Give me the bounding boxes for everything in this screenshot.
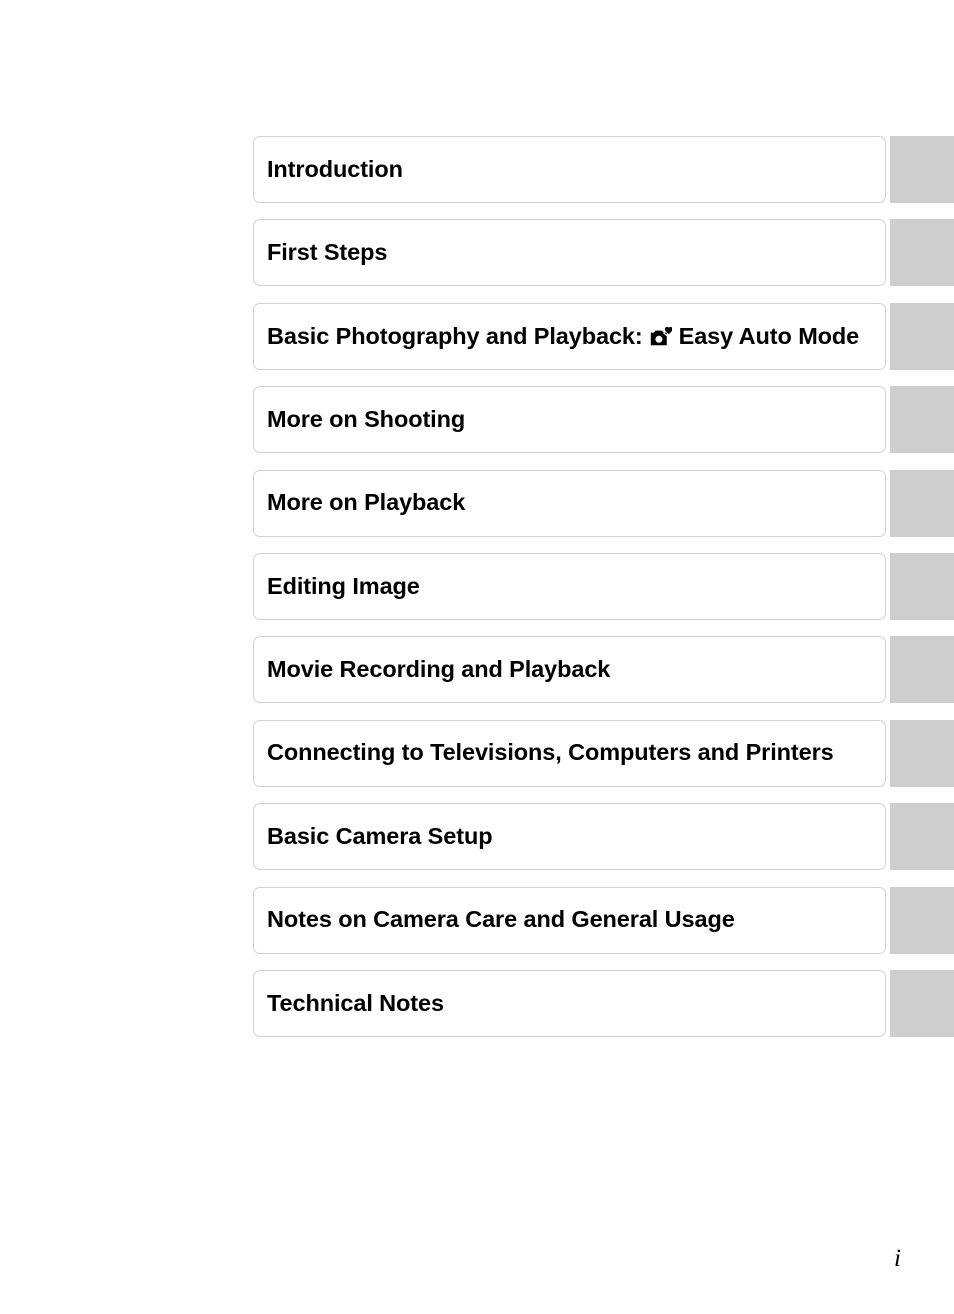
chapter-thumb-tab-3[interactable] <box>890 386 954 454</box>
chapter-box-3[interactable]: More on Shooting <box>253 386 886 454</box>
chapter-row-2[interactable]: Basic Photography and Playback: Easy Aut… <box>253 302 954 370</box>
chapter-row-4[interactable]: More on Playback <box>253 469 954 537</box>
chapter-title-6: Movie Recording and Playback <box>254 658 610 682</box>
chapter-box-1[interactable]: First Steps <box>253 219 886 287</box>
chapter-box-5[interactable]: Editing Image <box>253 552 886 620</box>
chapter-thumb-tab-9[interactable] <box>890 886 954 954</box>
chapter-thumb-tab-6[interactable] <box>890 636 954 704</box>
chapter-title-1: First Steps <box>254 241 387 265</box>
chapter-title-text: Introduction <box>267 155 403 182</box>
chapter-row-10[interactable]: Technical Notes <box>253 969 954 1037</box>
chapter-row-9[interactable]: Notes on Camera Care and General Usage <box>253 886 954 954</box>
chapter-title-text: Notes on Camera Care and General Usage <box>267 906 735 933</box>
chapter-thumb-tab-4[interactable] <box>890 469 954 537</box>
chapter-title-2: Basic Photography and Playback: Easy Aut… <box>254 322 860 349</box>
chapter-title-text-after: Easy Auto Mode <box>678 322 860 349</box>
chapter-row-7[interactable]: Connecting to Televisions, Computers and… <box>253 719 954 787</box>
chapter-thumb-tab-0[interactable] <box>890 136 954 203</box>
chapter-row-1[interactable]: First Steps <box>253 219 954 287</box>
chapter-thumb-tab-2[interactable] <box>890 302 954 370</box>
chapter-title-text: First Steps <box>267 239 388 266</box>
chapter-thumb-tab-5[interactable] <box>890 552 954 620</box>
chapter-box-7[interactable]: Connecting to Televisions, Computers and… <box>253 719 886 787</box>
chapter-box-10[interactable]: Technical Notes <box>253 969 886 1037</box>
chapter-box-8[interactable]: Basic Camera Setup <box>253 803 886 871</box>
chapter-thumb-tab-7[interactable] <box>890 719 954 787</box>
chapter-row-8[interactable]: Basic Camera Setup <box>253 803 954 871</box>
chapter-title-text: Editing Image <box>267 572 420 599</box>
chapter-list: Introduction First Steps Basic Photograp… <box>253 136 954 1053</box>
chapter-title-7: Connecting to Televisions, Computers and… <box>254 741 834 765</box>
chapter-title-0: Introduction <box>254 155 403 182</box>
chapter-title-text: Technical Notes <box>267 989 444 1016</box>
chapter-thumb-tab-8[interactable] <box>890 803 954 871</box>
chapter-title-10: Technical Notes <box>254 989 444 1016</box>
chapter-title-4: More on Playback <box>254 491 465 515</box>
chapter-thumb-tab-10[interactable] <box>890 969 954 1037</box>
chapter-title-3: More on Shooting <box>254 405 466 432</box>
chapter-title-5: Editing Image <box>254 572 420 599</box>
chapter-title-text: Basic Photography and Playback: <box>267 322 643 349</box>
chapter-box-9[interactable]: Notes on Camera Care and General Usage <box>253 886 886 954</box>
chapter-box-6[interactable]: Movie Recording and Playback <box>253 636 886 704</box>
chapter-row-3[interactable]: More on Shooting <box>253 386 954 454</box>
chapter-box-0[interactable]: Introduction <box>253 136 886 203</box>
chapter-title-text: More on Shooting <box>267 405 466 432</box>
chapter-row-0[interactable]: Introduction <box>253 136 954 203</box>
chapter-box-2[interactable]: Basic Photography and Playback: Easy Aut… <box>253 302 886 370</box>
chapter-title-text: Basic Camera Setup <box>267 822 493 849</box>
chapter-box-4[interactable]: More on Playback <box>253 469 886 537</box>
page-number: i <box>894 1245 901 1272</box>
chapter-row-6[interactable]: Movie Recording and Playback <box>253 636 954 704</box>
chapter-title-text: More on Playback <box>267 489 466 516</box>
manual-chapter-index-page: Introduction First Steps Basic Photograp… <box>0 0 954 1314</box>
chapter-title-8: Basic Camera Setup <box>254 822 493 849</box>
chapter-title-text: Movie Recording and Playback <box>267 656 611 683</box>
chapter-title-9: Notes on Camera Care and General Usage <box>254 908 735 932</box>
chapter-title-text: Connecting to Televisions, Computers and… <box>267 739 834 766</box>
chapter-thumb-tab-1[interactable] <box>890 219 954 287</box>
easy-auto-mode-camera-heart-icon <box>650 326 672 348</box>
chapter-row-5[interactable]: Editing Image <box>253 552 954 620</box>
